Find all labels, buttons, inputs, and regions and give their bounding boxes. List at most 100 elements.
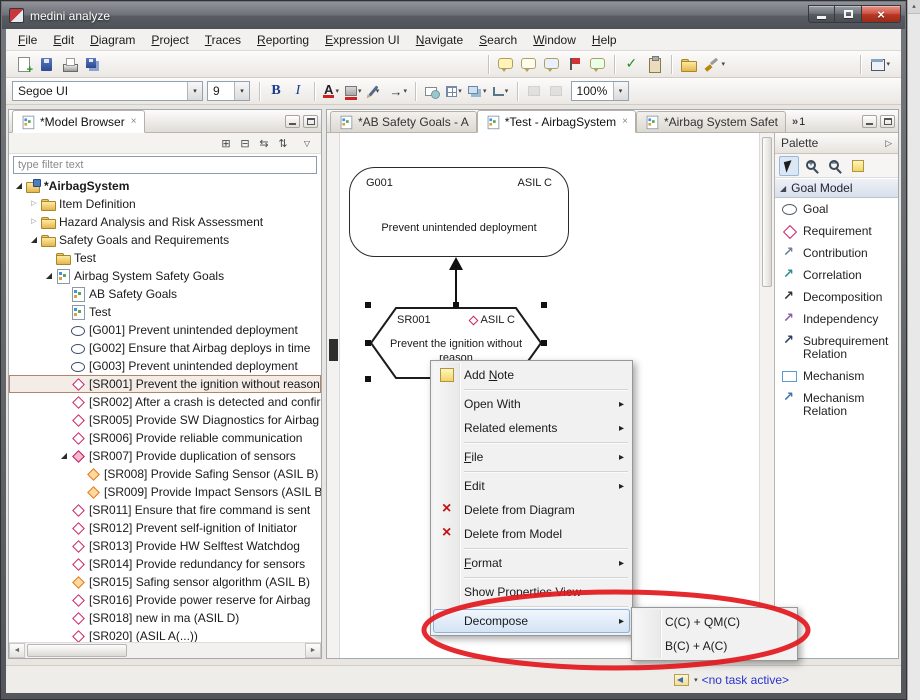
- expand-arrow-icon[interactable]: ▷: [28, 195, 40, 213]
- collapse-arrow-icon[interactable]: ◢: [43, 267, 55, 285]
- tree-item-sr005-provide-sw-diagnostics-for-airbag[interactable]: [SR005] Provide SW Diagnostics for Airba…: [9, 411, 321, 429]
- menu-search[interactable]: Search: [471, 30, 525, 50]
- shape-style-button[interactable]: [421, 80, 443, 102]
- tree-item-sr008-provide-safing-sensor-asil-b[interactable]: [SR008] Provide Safing Sensor (ASIL B): [9, 465, 321, 483]
- font-color-button[interactable]: A▾: [320, 80, 342, 102]
- scroll-thumb[interactable]: [762, 137, 772, 287]
- menu-item-decompose[interactable]: Decompose▸: [433, 609, 630, 633]
- palette-item-correlation[interactable]: Correlation: [775, 264, 898, 286]
- tree-item-sr002-after-a-crash-is-detected-and-confirmed[interactable]: [SR002] After a crash is detected and co…: [9, 393, 321, 411]
- selection-handle[interactable]: [541, 340, 547, 346]
- line-color-button[interactable]: ▾: [365, 80, 387, 102]
- scroll-thumb[interactable]: [27, 644, 127, 657]
- palette-item-independency[interactable]: Independency: [775, 308, 898, 330]
- scroll-up-icon[interactable]: ▴: [908, 0, 920, 14]
- palette-item-decomposition[interactable]: Decomposition: [775, 286, 898, 308]
- selection-handle[interactable]: [365, 340, 371, 346]
- menu-navigate[interactable]: Navigate: [408, 30, 471, 50]
- view-minimize-button[interactable]: [285, 115, 300, 128]
- tree-item-g002-ensure-that-airbag-deploys-in-time[interactable]: [G002] Ensure that Airbag deploys in tim…: [9, 339, 321, 357]
- scroll-right-icon[interactable]: ►: [305, 643, 321, 658]
- tree-item-test[interactable]: Test: [9, 303, 321, 321]
- save-button[interactable]: [35, 53, 58, 75]
- scroll-left-icon[interactable]: ◄: [9, 643, 25, 658]
- titlebar[interactable]: medini analyze ×: [2, 2, 905, 29]
- menu-item-open-with[interactable]: Open With▸: [433, 392, 630, 416]
- palette-header[interactable]: Palette ▷: [775, 133, 898, 154]
- tree-item-sr015-safing-sensor-algorithm-asil-b[interactable]: [SR015] Safing sensor algorithm (ASIL B): [9, 573, 321, 591]
- fill-color-button[interactable]: ▾: [342, 80, 365, 102]
- tab-test-airbagsystem[interactable]: *Test - AirbagSystem×: [477, 110, 636, 133]
- clipboard-button[interactable]: [643, 53, 666, 75]
- tree-item-sr014-provide-redundancy-for-sensors[interactable]: [SR014] Provide redundancy for sensors: [9, 555, 321, 573]
- canvas-vertical-scrollbar[interactable]: [759, 133, 774, 658]
- tree-item-airbag-system-safety-goals[interactable]: ◢Airbag System Safety Goals: [9, 267, 321, 285]
- view-maximize-button[interactable]: [303, 115, 318, 128]
- note-tool[interactable]: [848, 156, 868, 176]
- menu-item-add-note[interactable]: Add Note: [433, 363, 630, 387]
- tree-item-test[interactable]: Test: [9, 249, 321, 267]
- palette-item-subrequirement-relation[interactable]: Subrequirement Relation: [775, 330, 898, 365]
- selection-handle[interactable]: [365, 376, 371, 382]
- screen-scrollbar[interactable]: ▴: [907, 0, 920, 700]
- save-all-button[interactable]: [81, 53, 104, 75]
- menu-item-edit[interactable]: Edit▸: [433, 474, 630, 498]
- review-comments-button[interactable]: [540, 53, 563, 75]
- font-family-select[interactable]: Segoe UI ▾: [12, 81, 203, 101]
- selection-handle[interactable]: [541, 302, 547, 308]
- menu-file[interactable]: File: [10, 30, 45, 50]
- open-perspective-button[interactable]: ▾: [866, 53, 894, 75]
- tree-horizontal-scrollbar[interactable]: ◄ ►: [9, 642, 321, 658]
- filter-input[interactable]: [13, 156, 317, 174]
- menu-edit[interactable]: Edit: [45, 30, 82, 50]
- close-icon[interactable]: ×: [131, 116, 137, 127]
- menu-item-file[interactable]: File▸: [433, 445, 630, 469]
- open-model-button[interactable]: [677, 53, 700, 75]
- select-tool[interactable]: [779, 156, 799, 176]
- link-with-editor-icon[interactable]: ⇆: [255, 135, 273, 152]
- menu-traces[interactable]: Traces: [197, 30, 249, 50]
- zoom-out-tool[interactable]: [825, 156, 845, 176]
- tab-model-browser[interactable]: *Model Browser ×: [12, 110, 145, 133]
- menu-reporting[interactable]: Reporting: [249, 30, 317, 50]
- zoom-in-tool[interactable]: [802, 156, 822, 176]
- add-comment-button[interactable]: [494, 53, 517, 75]
- scroll-track[interactable]: [25, 643, 305, 658]
- task-comment-button[interactable]: [586, 53, 609, 75]
- tree-item-safety-goals-and-requirements[interactable]: ◢Safety Goals and Requirements: [9, 231, 321, 249]
- tab-airbag-system-safet[interactable]: *Airbag System Safet: [636, 111, 786, 132]
- editor-maximize-button[interactable]: [880, 115, 895, 128]
- selection-handle[interactable]: [453, 302, 459, 308]
- font-size-select[interactable]: 9 ▾: [207, 81, 250, 101]
- tree-item-sr018-new-in-ma-asil-d[interactable]: [SR018] new in ma (ASIL D): [9, 609, 321, 627]
- chevron-down-icon[interactable]: ▾: [613, 82, 628, 100]
- flyout-arrow-icon[interactable]: ▷: [885, 138, 892, 149]
- tree-item-sr012-prevent-self-ignition-of-initiator[interactable]: [SR012] Prevent self-ignition of Initiat…: [9, 519, 321, 537]
- chevron-down-icon[interactable]: ▾: [234, 82, 249, 100]
- italic-button[interactable]: I: [287, 80, 309, 102]
- tree-item-sr013-provide-hw-selftest-watchdog[interactable]: [SR013] Provide HW Selftest Watchdog: [9, 537, 321, 555]
- tree-item-item-definition[interactable]: ▷Item Definition: [9, 195, 321, 213]
- order-button[interactable]: ▾: [465, 80, 490, 102]
- tree-item-sr007-provide-duplication-of-sensors[interactable]: ◢[SR007] Provide duplication of sensors: [9, 447, 321, 465]
- tree-item-sr020-asil-a[interactable]: [SR020] (ASIL A(...)): [9, 627, 321, 642]
- bold-button[interactable]: B: [265, 80, 287, 102]
- menu-item-delete-from-model[interactable]: Delete from Model: [433, 522, 630, 546]
- canvas-left-scrollbar[interactable]: [327, 133, 340, 658]
- palette-item-mechanism[interactable]: Mechanism: [775, 365, 898, 387]
- tree-item-sr009-provide-impact-sensors-asil-b[interactable]: [SR009] Provide Impact Sensors (ASIL B): [9, 483, 321, 501]
- tree-item-ab-safety-goals[interactable]: AB Safety Goals: [9, 285, 321, 303]
- tree-item-g001-prevent-unintended-deployment[interactable]: [G001] Prevent unintended deployment: [9, 321, 321, 339]
- chevron-down-icon[interactable]: ▾: [187, 82, 202, 100]
- palette-item-requirement[interactable]: Requirement: [775, 220, 898, 242]
- flag-button[interactable]: [563, 53, 586, 75]
- close-button[interactable]: ×: [862, 5, 901, 23]
- goal-node[interactable]: G001 ASIL C Prevent unintended deploymen…: [349, 167, 569, 257]
- menu-help[interactable]: Help: [584, 30, 625, 50]
- menu-diagram[interactable]: Diagram: [82, 30, 143, 50]
- collapse-arrow-icon[interactable]: ◢: [58, 447, 70, 465]
- palette-item-goal[interactable]: Goal: [775, 198, 898, 220]
- expand-all-icon[interactable]: ⊞: [217, 135, 235, 152]
- task-widget[interactable]: ▾ <no task active>: [674, 673, 789, 687]
- new-wizard-button[interactable]: [12, 53, 35, 75]
